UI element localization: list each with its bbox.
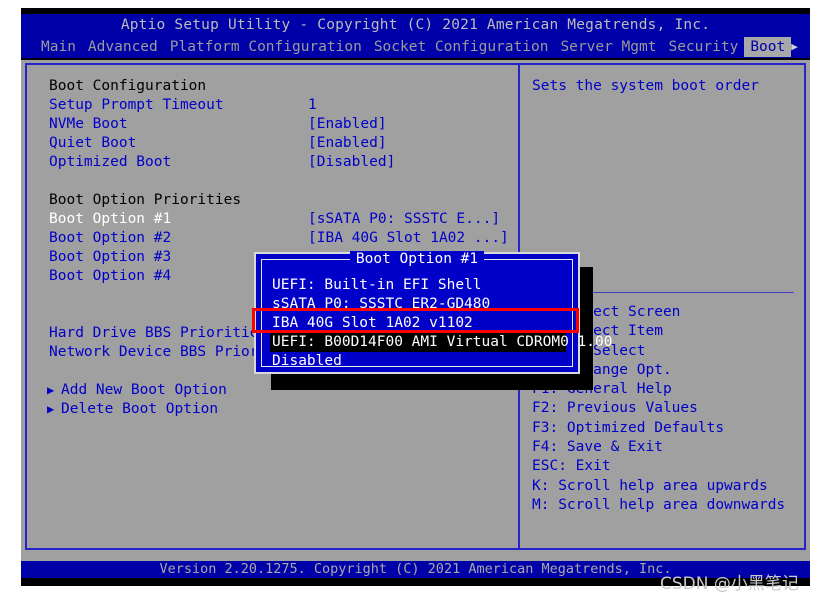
tab-socket-configuration[interactable]: Socket Configuration: [368, 37, 555, 57]
setting-label: Boot Option #1: [49, 211, 172, 227]
tab-advanced[interactable]: Advanced: [82, 37, 164, 57]
dialog-option-ami-virtual-cdrom[interactable]: UEFI: B00D14F00 AMI Virtual CDROM0 1.00: [270, 333, 612, 352]
setting-label: Optimized Boot: [49, 154, 172, 170]
setting-label: Delete Boot Option: [61, 401, 219, 417]
section-label: Boot Configuration: [49, 78, 207, 94]
bios-screen: Aptio Setup Utility - Copyright (C) 2021…: [21, 14, 810, 578]
setting-value[interactable]: [IBA 40G Slot 1A02 ...]: [308, 229, 509, 248]
setting-label: Setup Prompt Timeout: [49, 97, 224, 113]
dialog-title: Boot Option #1: [262, 251, 572, 268]
dialog-title-text: Boot Option #1: [349, 251, 485, 267]
section-header-boot-option-priorities: Boot Option Priorities: [27, 191, 518, 210]
tab-scroll-right-icon[interactable]: ▶: [791, 37, 798, 57]
help-description: Sets the system boot order: [532, 78, 759, 94]
shortcut-m-scroll-down: M: Scroll help area downwards: [532, 496, 786, 513]
setting-row-boot-option-2[interactable]: Boot Option #2 [IBA 40G Slot 1A02 ...]: [27, 229, 518, 248]
setting-label: Boot Option #4: [49, 268, 172, 284]
dialog-option-disabled[interactable]: Disabled: [270, 352, 566, 371]
tab-server-mgmt[interactable]: Server Mgmt: [554, 37, 662, 57]
setting-label: Boot Option #2: [49, 230, 172, 246]
chevron-right-icon: ▶: [47, 402, 55, 416]
menu-tab-bar: Main Advanced Platform Configuration Soc…: [21, 36, 810, 58]
setting-row-boot-option-1[interactable]: Boot Option #1 [sSATA P0: SSSTC E...]: [27, 210, 518, 229]
section-label: Boot Option Priorities: [49, 192, 242, 208]
setting-value[interactable]: 1: [308, 96, 317, 115]
section-header-boot-configuration: Boot Configuration: [27, 77, 518, 96]
shortcut-f4-save-exit: F4: Save & Exit: [532, 439, 663, 456]
annotation-highlight-box: [252, 308, 579, 333]
setting-value[interactable]: [Enabled]: [308, 115, 387, 134]
setting-row-optimized-boot[interactable]: Optimized Boot [Disabled]: [27, 153, 518, 172]
tab-security[interactable]: Security: [662, 37, 744, 57]
setting-label: Quiet Boot: [49, 135, 137, 151]
setting-row-quiet-boot[interactable]: Quiet Boot [Enabled]: [27, 134, 518, 153]
tab-platform-configuration[interactable]: Platform Configuration: [164, 37, 368, 57]
tab-boot[interactable]: Boot: [744, 37, 792, 57]
setting-label: Hard Drive BBS Priorities: [49, 325, 268, 341]
setting-value[interactable]: [sSATA P0: SSSTC E...]: [308, 210, 500, 229]
setting-value[interactable]: [Enabled]: [308, 134, 387, 153]
setting-label: Add New Boot Option: [61, 382, 227, 398]
shortcut-f3-optimized-defaults: F3: Optimized Defaults: [532, 419, 725, 436]
setting-label: Boot Option #3: [49, 249, 172, 265]
shortcut-f2-previous-values: F2: Previous Values: [532, 400, 698, 417]
setting-row-nvme-boot[interactable]: NVMe Boot [Enabled]: [27, 115, 518, 134]
setting-row-delete-boot-option[interactable]: ▶ Delete Boot Option: [27, 400, 518, 419]
dialog-option-efi-shell[interactable]: UEFI: Built-in EFI Shell: [270, 276, 566, 295]
watermark: CSDN @小黑笔记: [660, 574, 799, 594]
page-canvas: Aptio Setup Utility - Copyright (C) 2021…: [0, 0, 831, 602]
chevron-right-icon: ▶: [47, 383, 55, 397]
shortcut-k-scroll-up: K: Scroll help area upwards: [532, 477, 768, 494]
setting-label: NVMe Boot: [49, 116, 128, 132]
tab-main[interactable]: Main: [35, 37, 82, 57]
setting-row-setup-prompt-timeout[interactable]: Setup Prompt Timeout 1: [27, 96, 518, 115]
app-title: Aptio Setup Utility - Copyright (C) 2021…: [21, 14, 810, 36]
row-spacer: [27, 172, 518, 191]
shortcut-esc-exit: ESC: Exit: [532, 458, 611, 475]
setting-value[interactable]: [Disabled]: [308, 153, 395, 172]
